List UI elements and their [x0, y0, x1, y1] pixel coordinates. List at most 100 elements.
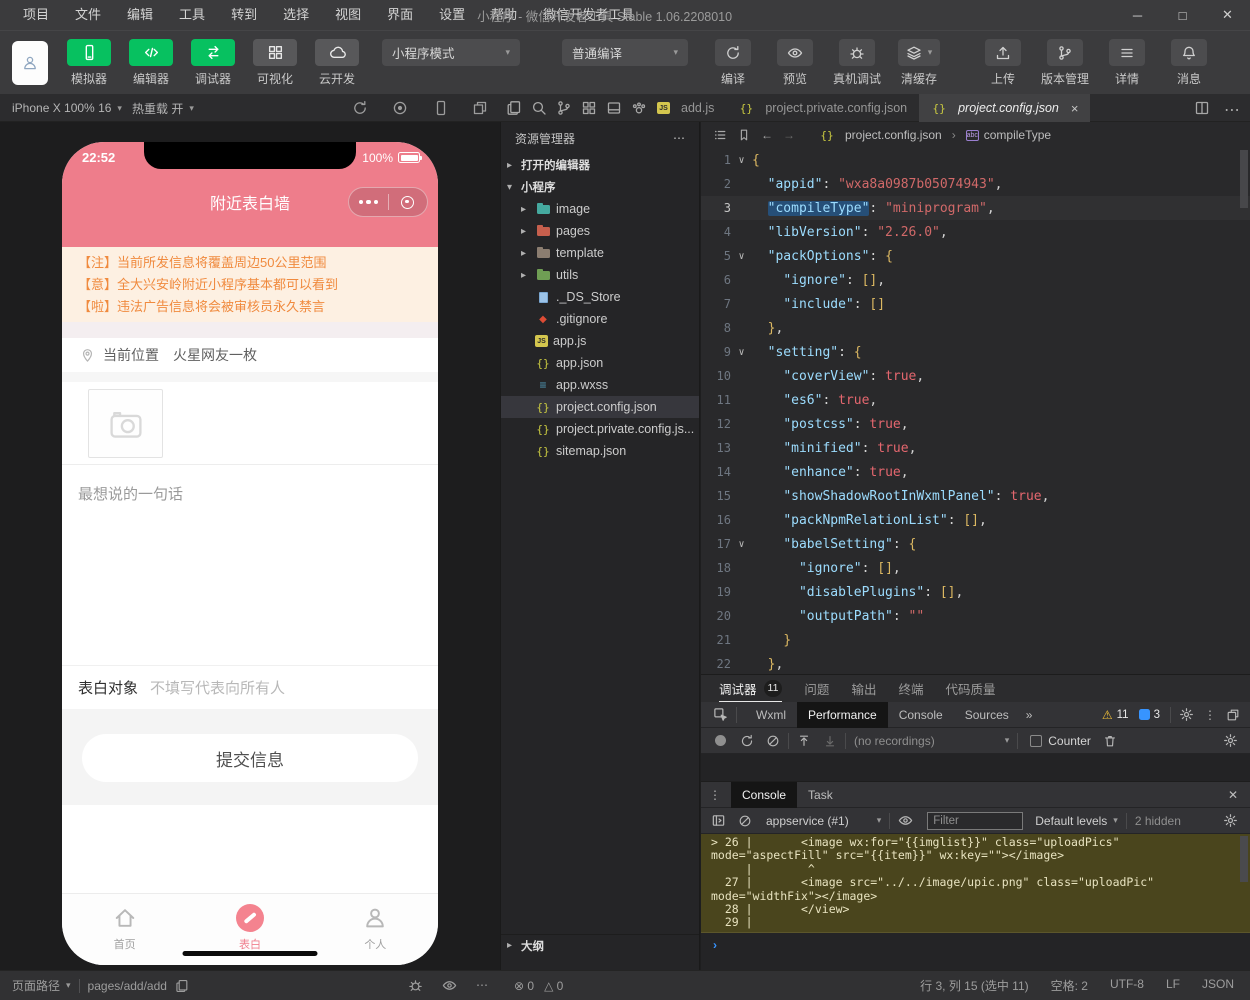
console-settings-icon[interactable]	[1223, 813, 1238, 828]
visibility-icon[interactable]	[442, 978, 457, 993]
user-avatar[interactable]	[12, 41, 48, 85]
tab-add.js[interactable]: JSadd.js	[645, 94, 726, 122]
mode-select[interactable]: 小程序模式▾	[382, 39, 520, 66]
action-details-button[interactable]: 详情	[1096, 39, 1158, 87]
eye-icon[interactable]	[898, 813, 913, 828]
toolbar-simulator-button[interactable]: 模拟器	[58, 39, 120, 87]
error-count[interactable]: ⊗ 0	[514, 979, 534, 993]
action-upload-button[interactable]: 上传	[972, 39, 1034, 87]
toolbar-grid-button[interactable]: 可视化	[244, 39, 306, 87]
editor-scrollbar[interactable]	[1240, 150, 1248, 208]
status-segment[interactable]: LF	[1166, 977, 1180, 994]
more-actions-icon[interactable]: ⋯	[1224, 100, 1240, 120]
device-frame-icon[interactable]	[433, 100, 449, 116]
path-label[interactable]: 页面路径	[12, 977, 60, 994]
status-segment[interactable]: 空格: 2	[1051, 977, 1088, 994]
hot-reload-toggle[interactable]: 热重载 开▾	[132, 94, 194, 122]
panel-icon[interactable]	[606, 100, 622, 116]
menu-item[interactable]: 视图	[322, 0, 374, 30]
window-maximize-button[interactable]: □	[1160, 0, 1205, 30]
action-compile-button[interactable]: 编译	[702, 39, 764, 87]
source-control-icon[interactable]	[556, 100, 572, 116]
devtools-menu-icon[interactable]: ⋮	[1204, 708, 1216, 722]
console-menu-icon[interactable]: ⋮	[709, 788, 721, 802]
miniapp-tab-个人[interactable]: 个人	[313, 894, 438, 965]
close-icon[interactable]: ×	[1071, 101, 1079, 116]
multi-window-icon[interactable]	[472, 100, 488, 116]
action-version-button[interactable]: 版本管理	[1034, 39, 1096, 87]
console-scrollbar[interactable]	[1240, 836, 1248, 882]
record-icon[interactable]	[392, 100, 408, 116]
capsule-menu[interactable]	[348, 187, 428, 217]
window-close-button[interactable]: ✕	[1205, 0, 1250, 30]
toolbar-code-button[interactable]: 编辑器	[120, 39, 182, 87]
extensions-icon[interactable]	[581, 100, 597, 116]
action-layers-button[interactable]: ▾清缓存	[888, 39, 950, 87]
fold-icon[interactable]: ∨	[731, 347, 752, 358]
more-tabs-icon[interactable]: »	[1026, 708, 1033, 722]
close-target-icon[interactable]	[389, 196, 428, 209]
devtools-tab-Sources[interactable]: Sources	[954, 702, 1020, 728]
action-bug-button[interactable]: 真机调试	[826, 39, 888, 87]
breadcrumb-symbol[interactable]: abc compileType	[966, 128, 1051, 142]
recordings-select[interactable]: (no recordings)	[854, 734, 935, 748]
menu-item[interactable]: 设置	[426, 0, 478, 30]
warning-count-status[interactable]: △ 0	[544, 979, 563, 993]
fold-icon[interactable]: ∨	[731, 539, 752, 550]
toolbar-cloud-button[interactable]: 云开发	[306, 39, 368, 87]
breadcrumb-file[interactable]: {} project.config.json	[819, 128, 942, 142]
tree-item[interactable]: ▸image	[501, 198, 699, 220]
perf-settings-icon[interactable]	[1223, 733, 1238, 748]
window-minimize-button[interactable]: ─	[1115, 0, 1160, 30]
nav-back-icon[interactable]: ←	[761, 128, 773, 142]
tree-item[interactable]: ◆.gitignore	[501, 308, 699, 330]
status-segment[interactable]: JSON	[1202, 977, 1234, 994]
action-message-button[interactable]: 消息	[1158, 39, 1220, 87]
console-sidebar-icon[interactable]	[711, 813, 726, 828]
tab-project.config.json[interactable]: {}project.config.json×	[919, 94, 1090, 122]
menu-item[interactable]: 工具	[166, 0, 218, 30]
page-path[interactable]: pages/add/add	[88, 979, 167, 993]
search-icon[interactable]	[531, 100, 547, 116]
code-area[interactable]: 1∨{2 "appid": "wxa8a0987b05074943",3 "co…	[701, 148, 1250, 674]
load-profile-icon[interactable]	[797, 734, 811, 748]
reload-icon[interactable]	[740, 734, 754, 748]
counter-checkbox[interactable]	[1030, 735, 1042, 747]
tab-project.private.config.json[interactable]: {}project.private.config.json	[726, 94, 919, 122]
submit-button[interactable]: 提交信息	[82, 734, 418, 782]
clear-console-icon[interactable]	[738, 814, 752, 828]
fold-icon[interactable]: ∨	[731, 155, 752, 166]
tree-item[interactable]: ._DS_Store	[501, 286, 699, 308]
clear-icon[interactable]	[766, 734, 780, 748]
tree-item[interactable]: {}sitemap.json	[501, 440, 699, 462]
tree-item[interactable]: ▸pages	[501, 220, 699, 242]
console-prompt[interactable]: ›	[701, 933, 1250, 952]
panel-tab-问题[interactable]: 问题	[804, 675, 829, 702]
split-editor-icon[interactable]	[1194, 100, 1210, 120]
tree-item[interactable]: ▾小程序	[501, 176, 699, 198]
upload-image-button[interactable]	[88, 389, 163, 458]
menu-item[interactable]: 选择	[270, 0, 322, 30]
status-segment[interactable]: 行 3, 列 15 (选中 11)	[920, 977, 1028, 994]
menu-item[interactable]: 编辑	[114, 0, 166, 30]
action-preview-button[interactable]: 预览	[764, 39, 826, 87]
devtools-tab-Console[interactable]: Console	[888, 702, 954, 728]
panel-tab-输出[interactable]: 输出	[851, 675, 876, 702]
miniapp-tab-首页[interactable]: 首页	[62, 894, 187, 965]
info-count[interactable]: 3	[1139, 709, 1160, 721]
panel-tab-代码质量[interactable]: 代码质量	[945, 675, 995, 702]
menu-item[interactable]: 转到	[218, 0, 270, 30]
tree-item[interactable]: ▸utils	[501, 264, 699, 286]
fold-icon[interactable]: ∨	[731, 251, 752, 262]
tree-item[interactable]: {}project.private.config.js...	[501, 418, 699, 440]
popout-icon[interactable]	[1226, 708, 1240, 722]
outline-section[interactable]: ▸ 大纲	[501, 934, 699, 956]
panel-tab-终端[interactable]: 终端	[898, 675, 923, 702]
devtools-tab-Wxml[interactable]: Wxml	[745, 702, 797, 728]
tree-item[interactable]: ▸template	[501, 242, 699, 264]
record-button[interactable]	[715, 735, 726, 746]
message-textarea[interactable]: 最想说的一句话	[62, 465, 438, 665]
compile-mode-select[interactable]: 普通编译▾	[562, 39, 688, 66]
tree-item[interactable]: ▸打开的编辑器	[501, 154, 699, 176]
console-warning-entry[interactable]: > 26 | <image wx:for="{{imglist}}" class…	[701, 834, 1250, 933]
